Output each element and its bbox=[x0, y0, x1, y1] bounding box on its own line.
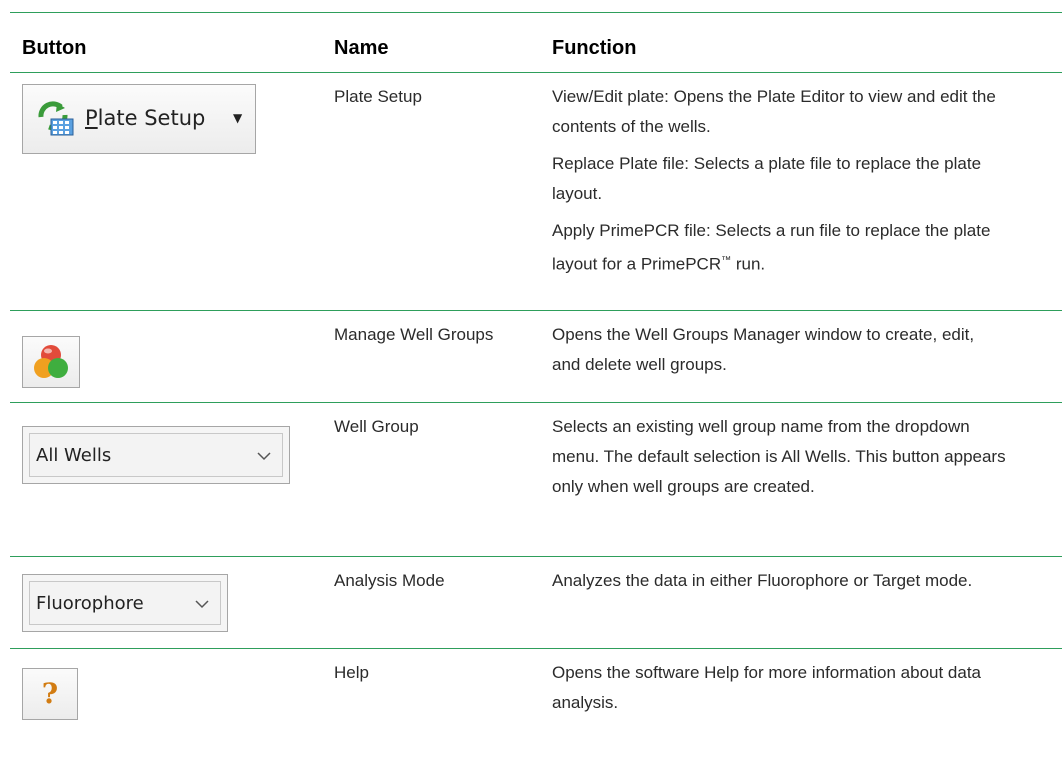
function-text: Replace Plate file: Selects a plate file… bbox=[552, 154, 982, 203]
header-name: Name bbox=[334, 37, 389, 59]
dropdown-box: All Wells bbox=[29, 433, 283, 477]
row-function: View/Edit plate: Opens the Plate Editor … bbox=[552, 82, 1022, 287]
row-rule bbox=[10, 310, 1062, 311]
table-top-rule bbox=[10, 12, 1062, 13]
plate-setup-icon bbox=[38, 101, 74, 136]
analysis-mode-selected-value: Fluorophore bbox=[36, 593, 144, 614]
row-function: Selects an existing well group name from… bbox=[552, 412, 1012, 509]
function-text: Analyzes the data in either Fluorophore … bbox=[552, 571, 973, 590]
analysis-mode-dropdown[interactable]: Fluorophore bbox=[22, 574, 228, 632]
header-rule bbox=[10, 72, 1062, 73]
dropdown-caret-icon: ▼ bbox=[233, 111, 243, 125]
row-rule bbox=[10, 648, 1062, 649]
row-function: Opens the software Help for more informa… bbox=[552, 658, 992, 725]
plate-setup-button-label: Plate Setup bbox=[85, 106, 206, 130]
row-rule bbox=[10, 402, 1062, 403]
well-group-selected-value: All Wells bbox=[36, 445, 112, 466]
well-group-dropdown[interactable]: All Wells bbox=[22, 426, 290, 484]
function-text: Opens the software Help for more informa… bbox=[552, 663, 982, 712]
row-rule bbox=[10, 556, 1062, 557]
function-text: Apply PrimePCR file: Selects a run file … bbox=[552, 221, 991, 274]
row-name: Analysis Mode bbox=[334, 571, 445, 590]
help-button[interactable]: ? bbox=[22, 668, 78, 720]
header-function: Function bbox=[552, 37, 637, 59]
chevron-down-icon bbox=[257, 452, 271, 461]
row-name: Well Group bbox=[334, 417, 419, 436]
well-groups-icon bbox=[34, 345, 68, 378]
row-name: Plate Setup bbox=[334, 87, 422, 106]
dropdown-box: Fluorophore bbox=[29, 581, 221, 625]
row-function: Analyzes the data in either Fluorophore … bbox=[552, 566, 1032, 603]
row-function: Opens the Well Groups Manager window to … bbox=[552, 320, 992, 387]
function-text: View/Edit plate: Opens the Plate Editor … bbox=[552, 87, 996, 136]
help-icon: ? bbox=[41, 677, 59, 710]
plate-setup-button[interactable]: Plate Setup ▼ bbox=[22, 84, 256, 154]
function-text: Opens the Well Groups Manager window to … bbox=[552, 325, 975, 374]
manage-well-groups-button[interactable] bbox=[22, 336, 80, 388]
chevron-down-icon bbox=[195, 600, 209, 609]
row-name: Manage Well Groups bbox=[334, 325, 494, 344]
function-text: Selects an existing well group name from… bbox=[552, 417, 1006, 496]
header-button: Button bbox=[22, 37, 87, 59]
row-name: Help bbox=[334, 663, 369, 682]
